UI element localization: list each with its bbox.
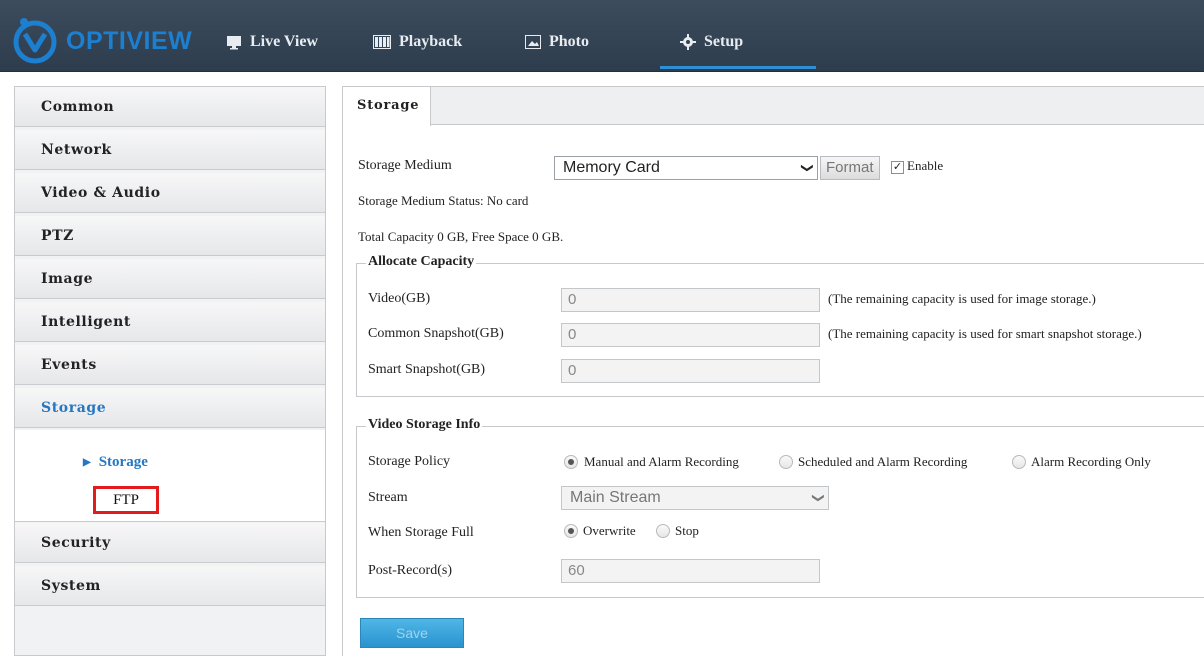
storage-medium-select[interactable]: Memory Card ❮ [554, 156, 818, 180]
caret-right-icon: ▶ [83, 457, 91, 468]
nav-live-view[interactable]: Live View [226, 28, 318, 56]
storage-full-label: When Storage Full [368, 525, 474, 540]
gear-icon [680, 34, 696, 50]
film-icon [373, 35, 391, 49]
sidebar-item-intelligent[interactable]: Intelligent [15, 302, 325, 342]
storage-medium-label: Storage Medium [358, 158, 452, 173]
brand-name: OPTIVIEW [66, 27, 193, 55]
storage-policy-label: Storage Policy [368, 454, 451, 469]
save-button[interactable]: Save [360, 618, 464, 648]
policy-scheduled-alarm-radio[interactable] [779, 455, 793, 469]
sidebar-item-security[interactable]: Security [15, 523, 325, 563]
policy-manual-alarm-label: Manual and Alarm Recording [584, 454, 739, 469]
submenu-storage-label: Storage [98, 454, 148, 470]
common-snapshot-note: (The remaining capacity is used for smar… [828, 326, 1142, 341]
format-button[interactable]: Format [820, 156, 880, 180]
sidebar-item-image[interactable]: Image [15, 259, 325, 299]
common-snapshot-input[interactable]: 0 [561, 323, 820, 347]
optiview-logo: OPTIVIEW [8, 8, 208, 64]
policy-manual-alarm-radio[interactable] [564, 455, 578, 469]
storage-submenu: ▶ Storage FTP [15, 430, 325, 522]
logo-mark-icon [13, 18, 57, 64]
active-tab-indicator [660, 66, 816, 69]
policy-alarm-only-radio[interactable] [1012, 455, 1026, 469]
enable-label: Enable [907, 158, 944, 173]
post-record-label: Post-Record(s) [368, 563, 452, 578]
video-gb-label: Video(GB) [368, 291, 431, 306]
monitor-icon [227, 35, 241, 49]
sidebar-item-common[interactable]: Common [15, 87, 325, 127]
overwrite-label: Overwrite [583, 523, 636, 538]
common-snapshot-label: Common Snapshot(GB) [368, 326, 504, 341]
nav-photo[interactable]: Photo [525, 28, 589, 56]
video-gb-note: (The remaining capacity is used for imag… [828, 291, 1096, 306]
nav-live-view-label: Live View [250, 33, 318, 50]
submenu-item-ftp[interactable]: FTP [93, 486, 159, 514]
sidebar-item-system[interactable]: System [15, 566, 325, 606]
smart-snapshot-label: Smart Snapshot(GB) [368, 362, 486, 377]
chevron-down-icon: ❮ [809, 492, 824, 504]
nav-playback-label: Playback [399, 33, 463, 50]
image-icon [525, 35, 541, 49]
video-gb-input[interactable]: 0 [561, 288, 820, 312]
submenu-item-storage[interactable]: ▶ Storage [83, 454, 148, 471]
stream-select[interactable]: Main Stream ❮ [561, 486, 829, 510]
sidebar-item-ptz[interactable]: PTZ [15, 216, 325, 256]
nav-playback[interactable]: Playback [373, 28, 462, 56]
stream-label: Stream [368, 490, 408, 505]
top-navigation-bar: OPTIVIEW Live View Playback Photo Setup [0, 0, 1204, 72]
policy-alarm-only-label: Alarm Recording Only [1031, 454, 1151, 469]
storage-status-text: Storage Medium Status: No card [358, 193, 529, 208]
enable-checkbox[interactable]: ✓ [891, 161, 904, 174]
nav-setup-label: Setup [704, 33, 744, 50]
video-storage-info-legend: Video Storage Info [366, 417, 483, 433]
sidebar-item-events[interactable]: Events [15, 345, 325, 385]
stream-value: Main Stream [570, 489, 661, 506]
stop-label: Stop [675, 523, 699, 538]
stop-radio[interactable] [656, 524, 670, 538]
sidebar-item-network[interactable]: Network [15, 130, 325, 170]
allocate-capacity-legend: Allocate Capacity [366, 254, 477, 270]
overwrite-radio[interactable] [564, 524, 578, 538]
storage-medium-value: Memory Card [563, 159, 660, 176]
smart-snapshot-input[interactable]: 0 [561, 359, 820, 383]
capacity-text: Total Capacity 0 GB, Free Space 0 GB. [358, 229, 564, 244]
sidebar-item-video-audio[interactable]: Video & Audio [15, 173, 325, 213]
tab-storage[interactable]: Storage [343, 87, 431, 126]
chevron-down-icon: ❮ [798, 162, 813, 174]
sidebar: Common Network Video & Audio PTZ Image I… [14, 86, 326, 656]
nav-photo-label: Photo [549, 33, 589, 50]
nav-setup[interactable]: Setup [680, 28, 743, 56]
sidebar-item-storage[interactable]: Storage [15, 388, 325, 428]
post-record-input[interactable]: 60 [561, 559, 820, 583]
policy-scheduled-alarm-label: Scheduled and Alarm Recording [798, 454, 968, 469]
tab-strip: Storage [343, 87, 1204, 126]
